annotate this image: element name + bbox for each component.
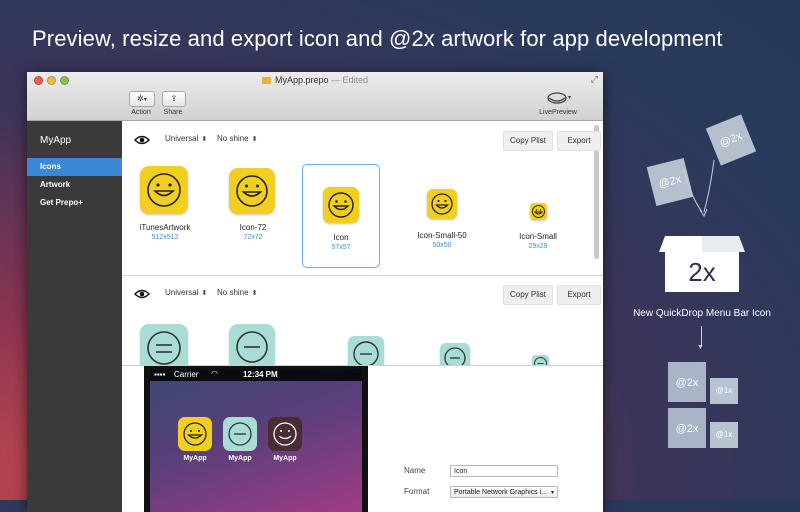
- share-label: Share: [163, 109, 183, 116]
- signal-icon: ▪▪▪▪: [154, 370, 166, 379]
- home-app-icon[interactable]: [268, 417, 302, 451]
- wifi-icon: ◠: [211, 369, 218, 378]
- shine-value: No shine: [217, 288, 249, 297]
- share-button[interactable]: ⇪: [162, 91, 186, 107]
- edited-status: — Edited: [331, 75, 369, 85]
- icon-size: 29x29: [528, 243, 548, 250]
- shine-select[interactable]: No shine ⬍: [217, 134, 257, 143]
- smiley-icon: [427, 189, 457, 219]
- eye-icon[interactable]: [134, 289, 150, 299]
- stepper-icon: ⬍: [251, 136, 258, 143]
- format-select[interactable]: Portable Network Graphics i... ▾: [450, 486, 558, 498]
- action-button[interactable]: ✲▾: [129, 91, 155, 107]
- file-tag: @1x: [715, 386, 733, 395]
- icon-size: 50x50: [432, 242, 452, 249]
- file-tag: @2x: [675, 377, 699, 389]
- phone-screen: ▪▪▪▪ Carrier ◠ 12:34 PM MyApp MyApp MyAp…: [150, 369, 362, 512]
- title-bar: MyApp.prepo — Edited ⤢ ✲▾ ⇪ Action Share…: [27, 72, 603, 121]
- icon-name: Icon-Small: [519, 232, 557, 241]
- sidebar: MyApp Icons Artwork Get Prepo+: [27, 121, 122, 512]
- arrows-icon: [683, 160, 715, 218]
- icon-size: 512x512: [151, 234, 179, 241]
- icon-cell-icon[interactable]: Icon 57x57: [302, 164, 380, 268]
- sidebar-item-artwork[interactable]: Artwork: [27, 176, 122, 194]
- file-tile: @1x: [710, 422, 738, 448]
- chevron-down-icon: ▾: [143, 97, 147, 103]
- icon-cell-icon-72[interactable]: Icon-72 72x72: [225, 166, 281, 246]
- device-select[interactable]: Universal ⬍: [165, 134, 207, 143]
- properties-panel: Name Icon Format Portable Network Graphi…: [372, 366, 603, 512]
- stepper-icon: ⬍: [201, 290, 208, 297]
- gear-icon: ✲: [137, 94, 144, 103]
- promo-caption: New QuickDrop Menu Bar Icon: [633, 308, 771, 319]
- shine-select[interactable]: No shine ⬍: [217, 288, 257, 297]
- sidebar-item-get-prepo[interactable]: Get Prepo+: [27, 194, 122, 212]
- icon-cell-itunesartwork[interactable]: iTunesArtwork 512x512: [137, 166, 193, 246]
- format-label: Format: [404, 487, 430, 496]
- copy-plist-button[interactable]: Copy Plist: [503, 285, 553, 305]
- eye-icon[interactable]: [134, 135, 150, 145]
- home-app-icon[interactable]: [178, 417, 212, 451]
- file-tile: @2x: [668, 408, 706, 448]
- stepper-icon: ⬍: [251, 290, 258, 297]
- phone-preview: ▪▪▪▪ Carrier ◠ 12:34 PM MyApp MyApp MyAp…: [144, 366, 368, 512]
- home-app-label: MyApp: [183, 455, 207, 462]
- file-tile: @2x: [668, 362, 706, 402]
- file-tag: @2x: [718, 130, 744, 150]
- name-field[interactable]: Icon: [450, 465, 558, 477]
- format-value: Portable Network Graphics i...: [454, 489, 547, 496]
- file-tile: @2x: [705, 114, 757, 166]
- status-bar: ▪▪▪▪ Carrier ◠ 12:34 PM: [150, 369, 362, 381]
- smiley-icon: [140, 166, 188, 214]
- sidebar-item-icons[interactable]: Icons: [27, 158, 122, 176]
- eye-preview-icon: [547, 92, 571, 104]
- livepreview-label: LivePreview: [539, 109, 577, 116]
- share-icon: ⇪: [170, 94, 178, 103]
- icon-size: 72x72: [243, 234, 263, 241]
- home-app-label: MyApp: [228, 455, 252, 462]
- icon-cell-icon-small-50[interactable]: Icon-Small-50 50x50: [409, 189, 475, 249]
- name-label: Name: [404, 466, 426, 475]
- file-tag: @2x: [675, 423, 699, 435]
- home-app-icon[interactable]: [223, 417, 257, 451]
- preview-pane: ▪▪▪▪ Carrier ◠ 12:34 PM MyApp MyApp MyAp…: [122, 365, 603, 512]
- sidebar-title: MyApp: [40, 135, 72, 146]
- smiley-icon: [229, 168, 275, 214]
- device-select[interactable]: Universal ⬍: [165, 288, 207, 297]
- smiley-icon: [530, 203, 547, 220]
- badge-2x: 2x: [665, 252, 739, 292]
- device-value: Universal: [165, 288, 199, 297]
- clock: 12:34 PM: [243, 370, 278, 379]
- export-button[interactable]: Export: [557, 131, 601, 151]
- document-name: MyApp.prepo: [274, 75, 329, 85]
- icon-name: iTunesArtwork: [139, 223, 191, 232]
- icon-name: Icon: [333, 233, 349, 242]
- window-title: MyApp.prepo — Edited: [27, 75, 603, 85]
- livepreview-button[interactable]: [546, 91, 574, 110]
- home-app-label: MyApp: [273, 455, 297, 462]
- neutral-face-icon[interactable]: [229, 324, 275, 370]
- shine-value: No shine: [217, 134, 249, 143]
- chevron-down-icon: ▾: [550, 490, 554, 496]
- stepper-icon: ⬍: [201, 136, 208, 143]
- icon-name: Icon-72: [239, 223, 267, 232]
- device-value: Universal: [165, 134, 199, 143]
- file-tag: @1x: [715, 430, 733, 439]
- document-icon: [261, 77, 271, 84]
- arrow-line: [701, 326, 702, 346]
- row-toolbar: Universal ⬍ No shine ⬍ Copy Plist Export: [122, 275, 601, 313]
- file-tile: @1x: [710, 378, 738, 404]
- carrier-label: Carrier: [174, 370, 199, 379]
- row-toolbar: Universal ⬍ No shine ⬍ Copy Plist Export: [122, 121, 601, 159]
- copy-plist-button[interactable]: Copy Plist: [503, 131, 553, 151]
- icon-name: Icon-Small-50: [417, 231, 467, 240]
- icon-size: 57x57: [331, 244, 351, 251]
- app-window: MyApp.prepo — Edited ⤢ ✲▾ ⇪ Action Share…: [27, 72, 603, 512]
- headline: Preview, resize and export icon and @2x …: [32, 26, 723, 51]
- export-button[interactable]: Export: [557, 285, 601, 305]
- smiley-icon: [323, 187, 359, 223]
- arrow-down-icon: ▼: [697, 344, 704, 351]
- fullscreen-icon[interactable]: ⤢: [591, 74, 598, 85]
- icon-cell-icon-small[interactable]: Icon-Small 29x29: [508, 203, 568, 251]
